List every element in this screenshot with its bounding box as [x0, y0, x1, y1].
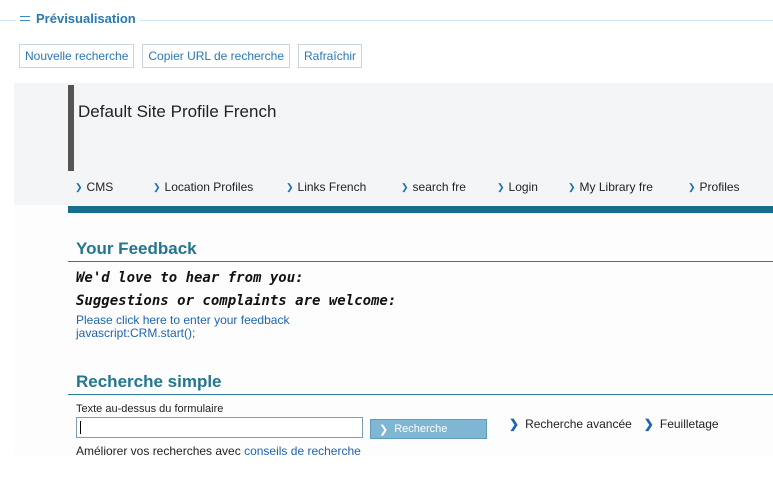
- search-tips-prefix: Améliorer vos recherches avec: [76, 444, 241, 458]
- collapse-icon[interactable]: [20, 16, 30, 21]
- search-input[interactable]: [76, 417, 363, 438]
- copy-search-url-button[interactable]: Copier URL de recherche: [142, 44, 291, 68]
- preview-toggle[interactable]: Prévisualisation: [16, 11, 140, 26]
- preview-title: Prévisualisation: [36, 11, 136, 26]
- feedback-line-2: Suggestions or complaints are welcome:: [76, 293, 397, 309]
- simple-search-divider: [68, 394, 773, 395]
- feedback-heading: Your Feedback: [76, 239, 197, 258]
- search-tips-line: Améliorer vos recherches avec conseils d…: [76, 444, 361, 458]
- header-accent-bar: [68, 85, 74, 171]
- chevron-right-icon: ❯: [379, 423, 389, 436]
- search-button[interactable]: ❯ Recherche: [370, 419, 487, 439]
- feedback-line-1: We'd love to hear from you:: [76, 270, 304, 286]
- simple-search-heading: Recherche simple: [76, 372, 222, 391]
- chevron-down-icon: ❯: [688, 181, 696, 192]
- chevron-down-icon: ❯: [568, 181, 576, 192]
- chevron-down-icon: ❯: [75, 181, 83, 192]
- nav-item-location-profiles[interactable]: ❯ Location Profiles: [153, 180, 286, 194]
- nav-item-my-library-fre[interactable]: ❯ My Library fre: [568, 180, 688, 194]
- form-label: Texte au-dessus du formulaire: [76, 403, 224, 415]
- browse-link[interactable]: ❯ Feuilletage: [644, 417, 719, 431]
- search-links: ❯ Recherche avancée ❯ Feuilletage: [509, 417, 719, 431]
- search-tips-link[interactable]: conseils de recherche: [244, 444, 361, 458]
- chevron-down-icon: ❯: [286, 181, 294, 192]
- search-button-label: Recherche: [394, 423, 448, 435]
- refresh-button[interactable]: Rafraîchir: [298, 44, 363, 68]
- chevron-down-icon: ❯: [401, 181, 409, 192]
- nav-item-search-fre[interactable]: ❯ search fre: [401, 180, 497, 194]
- chevron-down-icon: ❯: [497, 181, 505, 192]
- nav-item-cms[interactable]: ❯ CMS: [75, 180, 153, 194]
- feedback-js-link[interactable]: javascript:CRM.start();: [76, 326, 195, 340]
- main-nav: ❯ CMS ❯ Location Profiles ❯ Links French ❯ s…: [75, 180, 740, 194]
- nav-underline-band: [68, 206, 773, 213]
- chevron-right-icon: ❯: [643, 417, 654, 431]
- advanced-search-link[interactable]: ❯ Recherche avancée: [509, 417, 632, 431]
- chevron-down-icon: ❯: [153, 181, 161, 192]
- text-cursor: [80, 421, 81, 434]
- nav-item-profiles[interactable]: ❯ Profiles: [688, 180, 740, 194]
- site-title: Default Site Profile French: [78, 102, 277, 121]
- preview-toolbar: Nouvelle recherche Copier URL de recherc…: [19, 44, 363, 68]
- chevron-right-icon: ❯: [509, 417, 520, 431]
- feedback-divider: [68, 261, 773, 262]
- nav-item-links-french[interactable]: ❯ Links French: [286, 180, 401, 194]
- new-search-button[interactable]: Nouvelle recherche: [19, 44, 135, 68]
- nav-item-login[interactable]: ❯ Login: [497, 180, 568, 194]
- feedback-link[interactable]: Please click here to enter your feedback: [76, 313, 289, 327]
